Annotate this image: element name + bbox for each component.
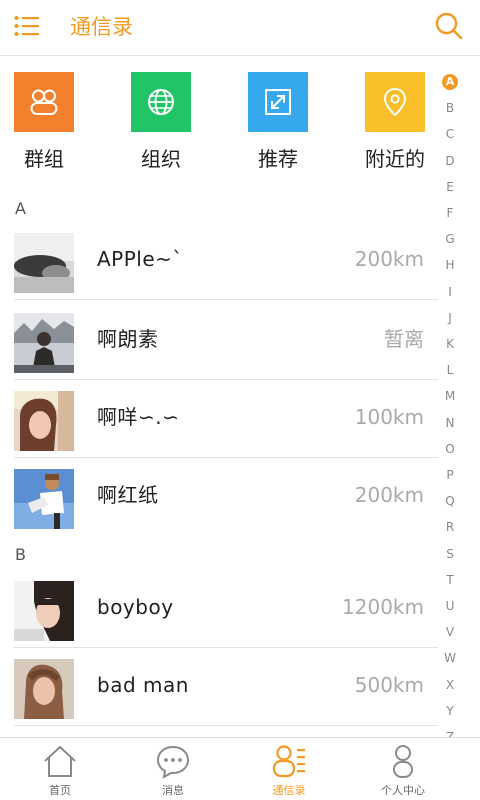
contact-row[interactable]: boyboy 1200km [0,570,438,648]
tile-groups-box [14,72,74,132]
avatar [14,581,74,641]
nav-profile-label: 个人中心 [381,784,425,797]
message-icon [156,745,190,779]
alphabet-index[interactable]: ABCDEFGHIJKLMNOPQRSTUVWXYZ [436,72,464,744]
globe-icon [148,89,174,115]
top-bar: 通信录 [0,0,480,56]
index-letter-t[interactable]: T [436,572,464,588]
contact-name: boyboy [97,595,174,619]
tile-nearby-box [365,72,425,132]
contact-row[interactable]: 啊朗素 暂离 [0,302,438,380]
index-letter-a[interactable]: A [442,74,458,90]
contact-name: APPle~` [97,247,183,271]
index-letter-u[interactable]: U [436,598,464,614]
nav-contacts[interactable]: 通信录 [229,738,349,800]
contact-row[interactable]: 啊红纸 200km [0,458,438,536]
tile-groups[interactable]: 群组 [14,72,104,182]
nav-messages-label: 消息 [162,784,184,797]
person-icon [393,745,413,778]
tile-organization-box [131,72,191,132]
index-letter-h[interactable]: H [436,257,464,273]
tile-recommend-label: 推荐 [258,147,298,171]
row-divider [14,299,438,300]
avatar [14,469,74,529]
contact-distance: 500km [354,673,424,697]
bottom-nav: 首页 消息 通信录 个人中心 [0,737,480,800]
nav-messages[interactable]: 消息 [113,738,233,800]
index-letter-k[interactable]: K [436,336,464,352]
location-pin-icon [383,87,407,117]
home-icon [44,745,76,777]
group-icon [30,89,58,115]
index-letter-c[interactable]: C [436,126,464,142]
contact-name: 啊红纸 [97,483,159,507]
tile-nearby-label: 附近的 [365,147,425,171]
nav-home[interactable]: 首页 [0,738,120,800]
section-header-a: A [15,199,26,218]
nav-contacts-label: 通信录 [272,784,306,797]
avatar [14,391,74,451]
index-letter-g[interactable]: G [436,231,464,247]
index-letter-b[interactable]: B [436,100,464,116]
tile-organization-label: 组织 [141,147,181,171]
menu-icon[interactable] [14,15,40,37]
index-letter-n[interactable]: N [436,415,464,431]
index-letter-o[interactable]: O [436,441,464,457]
tile-groups-label: 群组 [24,147,64,171]
contact-distance: 100km [354,405,424,429]
index-letter-p[interactable]: P [436,467,464,483]
index-letter-e[interactable]: E [436,179,464,195]
index-letter-r[interactable]: R [436,519,464,535]
contact-distance: 1200km [342,595,424,619]
expand-icon [265,89,291,115]
avatar [14,313,74,373]
index-letter-j[interactable]: J [436,310,464,326]
index-letter-i[interactable]: I [436,284,464,300]
index-letter-s[interactable]: S [436,546,464,562]
index-letter-m[interactable]: M [436,388,464,404]
contact-row[interactable]: APPle~` 200km [0,222,438,300]
contact-status: 暂离 [384,327,424,351]
search-icon[interactable] [434,11,464,41]
index-letter-l[interactable]: L [436,362,464,378]
index-letter-w[interactable]: W [436,650,464,666]
tile-recommend[interactable]: 推荐 [248,72,338,182]
index-letter-x[interactable]: X [436,677,464,693]
contact-name: bad man [97,673,189,697]
index-letter-f[interactable]: F [436,205,464,221]
avatar [14,233,74,293]
contact-row[interactable]: bad man 500km [0,648,438,726]
index-letter-y[interactable]: Y [436,703,464,719]
category-tiles: 群组 组织 推荐 附近的 [0,72,440,182]
contact-distance: 200km [354,247,424,271]
nav-profile[interactable]: 个人中心 [343,738,463,800]
avatar [14,659,74,719]
nav-home-label: 首页 [49,784,71,797]
section-header-b: B [15,545,26,564]
contacts-screen: 通信录 群组 组织 推荐 附近的 A APPle~` 200km 啊朗素 暂离 … [0,0,480,800]
page-title: 通信录 [70,15,133,39]
contacts-icon [272,745,305,778]
tile-recommend-box [248,72,308,132]
tile-organization[interactable]: 组织 [131,72,221,182]
contact-row[interactable]: 啊咩∽.∽ 100km [0,380,438,458]
row-divider [14,725,438,726]
contact-name: 啊咩∽.∽ [97,405,180,429]
index-letter-q[interactable]: Q [436,493,464,509]
index-letter-d[interactable]: D [436,153,464,169]
index-letter-v[interactable]: V [436,624,464,640]
contact-distance: 200km [354,483,424,507]
contact-name: 啊朗素 [97,327,159,351]
